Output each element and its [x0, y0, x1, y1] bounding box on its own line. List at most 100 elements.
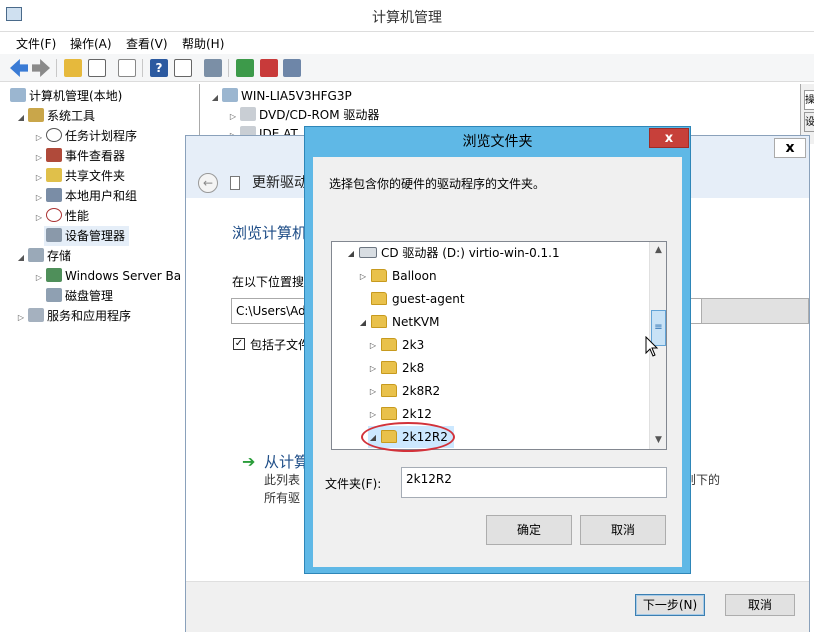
- actions-pane-tab[interactable]: 操: [804, 90, 814, 110]
- menu-action[interactable]: 操作(A): [70, 35, 112, 52]
- folder-field-label: 文件夹(F):: [325, 477, 382, 491]
- wizard-cancel-button[interactable]: 取消: [725, 594, 795, 616]
- device-tree-root[interactable]: ◢ WIN-LIA5V3HFG3P: [210, 86, 352, 106]
- folder-tree-item[interactable]: ◢ NetKVM: [358, 311, 440, 333]
- expand-arrow-icon[interactable]: ▷: [368, 404, 378, 426]
- tree-item-performance[interactable]: ▷ 性能: [34, 206, 89, 226]
- performance-icon: [46, 208, 62, 222]
- tree-item-shared-folders[interactable]: ▷ 共享文件夹: [34, 166, 125, 186]
- help-icon[interactable]: ?: [150, 59, 168, 77]
- shared-folder-icon: [46, 168, 62, 182]
- update-driver-icon[interactable]: [236, 59, 254, 77]
- browse-dialog-body: 选择包含你的硬件的驱动程序的文件夹。 ◢ CD 驱动器 (D:) virtio-w…: [313, 157, 682, 567]
- expand-arrow-icon[interactable]: ▷: [16, 308, 26, 328]
- folder-tree-item[interactable]: ▷ Balloon: [358, 265, 437, 287]
- browse-cancel-button[interactable]: 取消: [580, 515, 666, 545]
- event-viewer-icon: [46, 148, 62, 162]
- expand-arrow-icon[interactable]: ▷: [368, 358, 378, 380]
- actions-pane-tab[interactable]: 设: [804, 112, 814, 132]
- expand-arrow-icon[interactable]: ▷: [34, 168, 44, 188]
- expand-arrow-icon[interactable]: ▷: [34, 188, 44, 208]
- scroll-up-icon[interactable]: ▲: [650, 242, 666, 259]
- computer-icon: [222, 88, 238, 102]
- mouse-cursor-icon: [645, 336, 659, 357]
- disable-device-icon[interactable]: [283, 59, 301, 77]
- tree-item-event-viewer[interactable]: ▷ 事件查看器: [34, 146, 125, 166]
- uninstall-device-icon[interactable]: [260, 59, 278, 77]
- collapse-arrow-icon[interactable]: ◢: [358, 312, 368, 334]
- expand-arrow-icon[interactable]: ▷: [34, 148, 44, 168]
- folder-tree-item-cd-drive[interactable]: ◢ CD 驱动器 (D:) virtio-win-0.1.1: [346, 242, 560, 264]
- menu-help[interactable]: 帮助(H): [182, 35, 224, 52]
- tree-item-local-users-groups[interactable]: ▷ 本地用户和组: [34, 186, 137, 206]
- tree-item-system-tools[interactable]: ◢ 系统工具: [16, 106, 95, 126]
- folder-tree-item[interactable]: guest-agent: [358, 288, 465, 310]
- back-arrow-icon[interactable]: [10, 59, 28, 77]
- collapse-arrow-icon[interactable]: ◢: [210, 88, 220, 108]
- tree-item-storage[interactable]: ◢ 存储: [16, 246, 71, 266]
- browse-folder-dialog: 浏览文件夹 x 选择包含你的硬件的驱动程序的文件夹。 ◢ CD 驱动器 (D:) …: [304, 126, 691, 574]
- next-button[interactable]: 下一步(N): [635, 594, 705, 616]
- browse-close-button[interactable]: x: [649, 128, 689, 148]
- pick-from-list-link[interactable]: 从计算: [264, 451, 309, 472]
- folder-icon: [381, 407, 397, 420]
- collapse-arrow-icon[interactable]: ◢: [346, 243, 356, 265]
- services-icon: [28, 308, 44, 322]
- clock-icon: [46, 128, 62, 142]
- folder-icon: [381, 361, 397, 374]
- scan-hardware-icon[interactable]: [204, 59, 222, 77]
- tree-item-windows-server-backup[interactable]: ▷ Windows Server Ba: [34, 266, 181, 286]
- drive-icon: [359, 247, 377, 258]
- expand-arrow-icon[interactable]: ▷: [368, 381, 378, 403]
- window-title: 计算机管理: [372, 10, 442, 26]
- folder-tree-item[interactable]: ▷ 2k3: [368, 334, 424, 356]
- menu-bar: 文件(F) 操作(A) 查看(V) 帮助(H): [0, 32, 814, 54]
- wizard-close-button[interactable]: x: [774, 138, 806, 158]
- back-arrow-icon: ←: [202, 176, 214, 190]
- expand-arrow-icon[interactable]: ▷: [34, 128, 44, 148]
- folder-tree-item[interactable]: ▷ 2k8: [368, 357, 424, 379]
- collapse-arrow-icon[interactable]: ◢: [16, 108, 26, 128]
- green-arrow-icon: ➔: [242, 452, 256, 471]
- dvd-drive-icon: [240, 107, 256, 121]
- folder-icon: [371, 315, 387, 328]
- folder-icon: [371, 269, 387, 282]
- browse-dialog-title: 浏览文件夹: [462, 134, 533, 150]
- highlight-ring: [361, 422, 455, 452]
- storage-icon: [28, 248, 44, 262]
- users-icon: [46, 188, 62, 202]
- folder-tree-item[interactable]: ▷ 2k8R2: [368, 380, 440, 402]
- wizard-heading: 更新驱动: [252, 175, 308, 191]
- device-tree-dvd[interactable]: ▷ DVD/CD-ROM 驱动器: [228, 105, 379, 125]
- tree-item-computer-management[interactable]: 计算机管理(本地): [8, 86, 122, 106]
- scroll-down-icon[interactable]: ▼: [650, 432, 666, 449]
- tree-item-device-manager[interactable]: 设备管理器: [44, 226, 130, 246]
- tree-item-disk-management[interactable]: 磁盘管理: [44, 286, 113, 306]
- menu-view[interactable]: 查看(V): [126, 35, 168, 52]
- menu-file[interactable]: 文件(F): [16, 35, 56, 52]
- forward-arrow-icon[interactable]: [32, 59, 50, 77]
- action-pane-icon[interactable]: [174, 59, 192, 77]
- tree-item-services-applications[interactable]: ▷ 服务和应用程序: [16, 306, 131, 326]
- show-tree-icon[interactable]: [88, 59, 106, 77]
- back-button[interactable]: ←: [198, 173, 218, 193]
- folder-icon: [371, 292, 387, 305]
- browse-instructions: 选择包含你的硬件的驱动程序的文件夹。: [329, 177, 546, 191]
- expand-arrow-icon[interactable]: ▷: [358, 266, 368, 288]
- expand-arrow-icon[interactable]: ▷: [34, 268, 44, 288]
- tree-item-task-scheduler[interactable]: ▷ 任务计划程序: [34, 126, 137, 146]
- up-folder-icon[interactable]: [64, 59, 82, 77]
- device-manager-icon: [46, 228, 62, 242]
- device-icon: [230, 176, 240, 190]
- collapse-arrow-icon[interactable]: ◢: [16, 248, 26, 268]
- expand-arrow-icon[interactable]: ▷: [368, 335, 378, 357]
- folder-tree[interactable]: ◢ CD 驱动器 (D:) virtio-win-0.1.1 ▷ Balloon g…: [331, 241, 667, 450]
- search-location-label: 在以下位置搜: [232, 275, 305, 289]
- properties-icon[interactable]: [118, 59, 136, 77]
- folder-field[interactable]: 2k12R2: [401, 467, 667, 498]
- include-subfolders-checkbox[interactable]: ✓: [233, 338, 245, 350]
- expand-arrow-icon[interactable]: ▷: [34, 208, 44, 228]
- ok-button[interactable]: 确定: [486, 515, 572, 545]
- tools-icon: [28, 108, 44, 122]
- browse-button[interactable]: [701, 298, 809, 324]
